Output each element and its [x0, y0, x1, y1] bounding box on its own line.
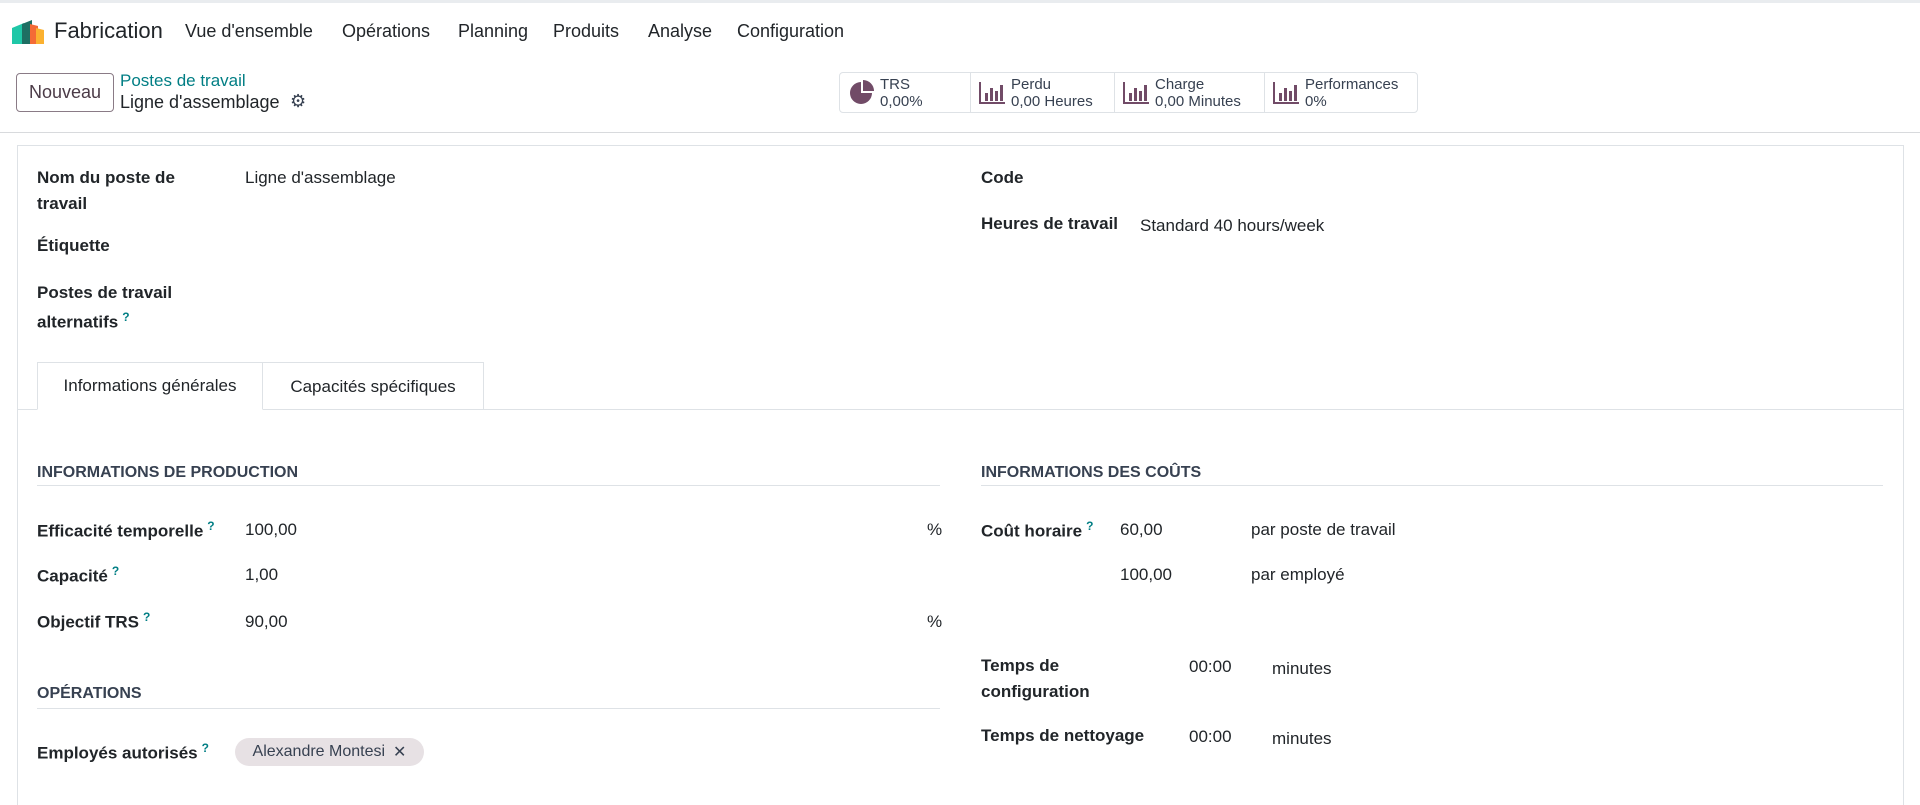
- employee-tag-name: Alexandre Montesi: [252, 743, 386, 760]
- stat-value: 0,00 Minutes: [1155, 92, 1241, 110]
- hourly-cost-unit: par poste de travail: [1251, 520, 1396, 539]
- oee-field[interactable]: 90,00: [245, 612, 288, 632]
- efficiency-label: Efficacité temporelle?: [37, 519, 215, 542]
- alt-workcenters-field[interactable]: [245, 283, 935, 311]
- oee-unit: %: [927, 612, 943, 631]
- help-icon[interactable]: ?: [1086, 519, 1093, 533]
- divider: [37, 708, 940, 709]
- help-icon[interactable]: ?: [112, 564, 119, 578]
- oee-label-text: Objectif TRS: [37, 612, 140, 632]
- menu-analyse[interactable]: Analyse: [648, 21, 712, 42]
- stat-value: 0%: [1305, 92, 1327, 110]
- bar-chart-icon: [1273, 81, 1299, 104]
- help-icon[interactable]: ?: [207, 519, 214, 533]
- stat-performances[interactable]: Performances 0%: [1265, 73, 1417, 112]
- costs-section-title: INFORMATIONS DES COÛTS: [981, 464, 1202, 481]
- app-name[interactable]: Fabrication: [54, 18, 163, 44]
- stat-value: 0,00%: [880, 92, 923, 110]
- help-icon[interactable]: ?: [122, 310, 129, 324]
- alt-label: Postes de travail: [37, 283, 173, 302]
- stat-charge[interactable]: Charge 0,00 Minutes: [1115, 73, 1265, 112]
- hourly-cost-label-text: Coût horaire: [981, 521, 1083, 541]
- breadcrumb-current: Ligne d'assemblage: [120, 92, 280, 112]
- oee-label: Objectif TRS?: [37, 610, 150, 633]
- hourly-cost-label: Coût horaire?: [981, 519, 1093, 542]
- tag-label: Étiquette: [37, 236, 110, 255]
- bar-chart-icon: [979, 81, 1005, 104]
- pie-chart-icon: [850, 79, 874, 104]
- cleanup-time-label: Temps de nettoyage: [981, 726, 1145, 745]
- hourly-cost-field[interactable]: 60,00: [1120, 520, 1163, 540]
- menu-planning[interactable]: Planning: [458, 21, 528, 42]
- stat-label: Perdu: [1011, 75, 1052, 93]
- stat-perdu[interactable]: Perdu 0,00 Heures: [971, 73, 1115, 112]
- new-button[interactable]: Nouveau: [16, 73, 114, 112]
- capacity-field[interactable]: 1,00: [245, 565, 278, 585]
- operations-section-title: OPÉRATIONS: [37, 685, 142, 702]
- employee-tag: Alexandre Montesi ✕: [235, 738, 424, 766]
- hours-field[interactable]: Standard 40 hours/week: [1140, 216, 1324, 236]
- stat-label: Charge: [1155, 75, 1205, 93]
- divider: [37, 485, 940, 486]
- efficiency-field[interactable]: 100,00: [245, 520, 297, 540]
- gear-icon[interactable]: ⚙: [290, 91, 306, 112]
- production-section-title: INFORMATIONS DE PRODUCTION: [37, 464, 299, 481]
- remove-tag-icon[interactable]: ✕: [393, 742, 406, 762]
- alt-label-text: alternatifs: [37, 312, 119, 332]
- cleanup-time-field[interactable]: 00:00: [1189, 727, 1232, 747]
- alt-label-2: alternatifs?: [37, 310, 130, 333]
- stat-buttons: TRS 0,00% Perdu 0,00 Heures Charge 0,00 Min…: [839, 72, 1418, 113]
- efficiency-label-text: Efficacité temporelle: [37, 521, 204, 541]
- setup-time-label-2: configuration: [981, 682, 1090, 701]
- help-icon[interactable]: ?: [202, 741, 209, 755]
- menu-vue-ensemble[interactable]: Vue d'ensemble: [185, 21, 313, 42]
- stat-value: 0,00 Heures: [1011, 92, 1093, 110]
- navbar: Fabrication Vue d'ensemble Opérations Pl…: [0, 3, 1920, 61]
- stat-label: Performances: [1305, 75, 1399, 93]
- employee-cost-field[interactable]: 100,00: [1120, 565, 1172, 585]
- tab-capacites-specifiques[interactable]: Capacités spécifiques: [263, 362, 484, 410]
- menu-configuration[interactable]: Configuration: [737, 21, 844, 42]
- menu-produits[interactable]: Produits: [553, 21, 619, 42]
- name-label-2: travail: [37, 194, 88, 213]
- employees-label-text: Employés autorisés: [37, 743, 198, 763]
- app-logo-icon: [12, 20, 44, 44]
- breadcrumb-parent[interactable]: Postes de travail: [120, 71, 246, 91]
- capacity-label-text: Capacité: [37, 566, 108, 586]
- capacity-label: Capacité?: [37, 564, 119, 587]
- cleanup-time-unit: minutes: [1272, 729, 1332, 748]
- menu-operations[interactable]: Opérations: [342, 21, 430, 42]
- help-icon[interactable]: ?: [143, 610, 150, 624]
- employees-label: Employés autorisés?: [37, 741, 209, 764]
- divider: [981, 485, 1883, 486]
- setup-time-unit: minutes: [1272, 659, 1332, 678]
- bar-chart-icon: [1123, 81, 1149, 104]
- name-field[interactable]: Ligne d'assemblage: [245, 168, 396, 188]
- name-label: Nom du poste de: [37, 168, 175, 187]
- stat-trs[interactable]: TRS 0,00%: [840, 73, 971, 112]
- tab-informations-generales[interactable]: Informations générales: [37, 362, 263, 410]
- code-field[interactable]: [1140, 164, 1880, 192]
- stat-label: TRS: [880, 75, 910, 93]
- employee-cost-unit: par employé: [1251, 565, 1345, 584]
- hours-label: Heures de travail: [981, 214, 1119, 233]
- setup-time-field[interactable]: 00:00: [1189, 657, 1232, 677]
- efficiency-unit: %: [927, 520, 943, 539]
- setup-time-label: Temps de: [981, 656, 1060, 675]
- code-label: Code: [981, 168, 1024, 187]
- tag-field[interactable]: [245, 232, 935, 260]
